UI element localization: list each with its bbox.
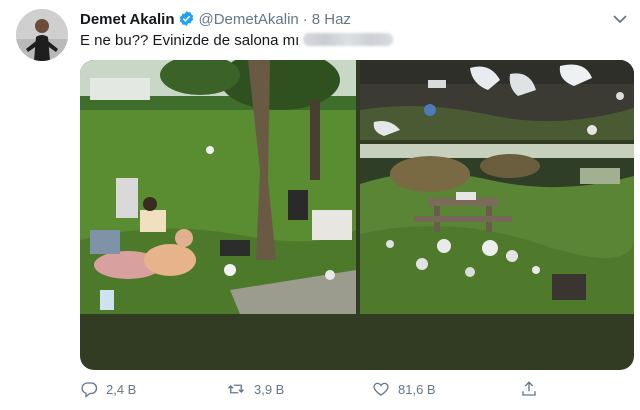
littered-picnic-table-photo[interactable]	[360, 144, 634, 314]
display-name[interactable]: Demet Akalin	[80, 11, 174, 28]
reply-icon	[81, 382, 98, 398]
share-icon	[522, 381, 536, 396]
litter-on-grass-photo[interactable]	[360, 60, 634, 140]
blurred-word	[303, 33, 394, 46]
tweet-timestamp[interactable]: 8 Haz	[312, 11, 351, 28]
tweet-text-content: E ne bu?? Evinizde de salona mı	[80, 32, 300, 49]
separator-dot: ·	[302, 11, 308, 28]
tweet-media-grid[interactable]	[80, 60, 634, 370]
retweet-icon	[228, 384, 244, 394]
tweet-header: Demet Akalin @DemetAkalin · 8 Haz	[80, 10, 351, 31]
avatar[interactable]	[16, 9, 68, 61]
park-picnic-photo[interactable]	[80, 60, 356, 314]
like-icon	[373, 382, 389, 396]
verified-badge-icon	[178, 10, 195, 31]
more-icon[interactable]	[612, 12, 628, 24]
reply-button[interactable]: 2,4 B	[80, 380, 136, 398]
tweet-actions: 2,4 B 3,9 B 81,6 B	[0, 378, 640, 406]
like-button[interactable]: 81,6 B	[372, 380, 436, 398]
like-count: 81,6 B	[398, 381, 436, 397]
retweet-button[interactable]: 3,9 B	[226, 380, 284, 398]
retweet-count: 3,9 B	[254, 381, 285, 397]
reply-count: 2,4 B	[106, 381, 137, 397]
user-handle[interactable]: @DemetAkalin	[198, 11, 298, 28]
tweet-card: Demet Akalin @DemetAkalin · 8 Haz E ne bu??…	[0, 0, 640, 410]
tweet-text: E ne bu?? Evinizde de salona mı	[80, 32, 394, 49]
share-button[interactable]	[520, 380, 546, 398]
